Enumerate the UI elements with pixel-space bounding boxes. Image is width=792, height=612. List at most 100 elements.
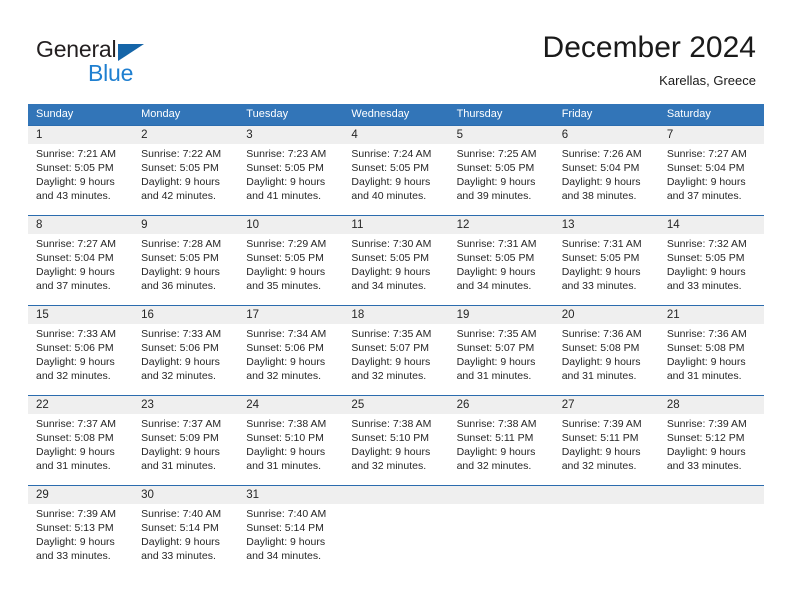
day-cell[interactable]: 10 Sunrise: 7:29 AM Sunset: 5:05 PM Dayl… xyxy=(238,216,343,305)
day-cell[interactable]: 17 Sunrise: 7:34 AM Sunset: 5:06 PM Dayl… xyxy=(238,306,343,395)
week-row: 1 Sunrise: 7:21 AM Sunset: 5:05 PM Dayli… xyxy=(28,125,764,215)
day-cell[interactable]: 26 Sunrise: 7:38 AM Sunset: 5:11 PM Dayl… xyxy=(449,396,554,485)
sunrise-text: Sunrise: 7:39 AM xyxy=(666,418,747,430)
sunrise-text: Sunrise: 7:25 AM xyxy=(456,148,537,160)
daylight-text-2: and 32 minutes. xyxy=(561,460,637,472)
day-cell[interactable]: 31 Sunrise: 7:40 AM Sunset: 5:14 PM Dayl… xyxy=(238,486,343,575)
day-number: 22 xyxy=(36,399,49,411)
sunrise-text: Sunrise: 7:32 AM xyxy=(666,238,747,250)
day-cell[interactable]: 16 Sunrise: 7:33 AM Sunset: 5:06 PM Dayl… xyxy=(133,306,238,395)
day-cell[interactable]: 29 Sunrise: 7:39 AM Sunset: 5:13 PM Dayl… xyxy=(28,486,133,575)
day-cell[interactable]: 19 Sunrise: 7:35 AM Sunset: 5:07 PM Dayl… xyxy=(449,306,554,395)
daylight-text-2: and 39 minutes. xyxy=(456,190,532,202)
day-number: 28 xyxy=(666,399,680,411)
day-cell[interactable]: 7 Sunrise: 7:27 AM Sunset: 5:04 PM Dayli… xyxy=(659,126,764,215)
daylight-text-1: Daylight: 9 hours xyxy=(351,176,431,188)
daylight-text-1: Daylight: 9 hours xyxy=(456,176,536,188)
daylight-text-2: and 31 minutes. xyxy=(246,460,321,472)
daylight-text-1: Daylight: 9 hours xyxy=(351,266,431,278)
day-cell[interactable]: 8 Sunrise: 7:27 AM Sunset: 5:04 PM Dayli… xyxy=(28,216,133,305)
daylight-text-2: and 34 minutes. xyxy=(246,550,321,562)
sunrise-text: Sunrise: 7:38 AM xyxy=(456,418,537,430)
week-row: 8 Sunrise: 7:27 AM Sunset: 5:04 PM Dayli… xyxy=(28,215,764,305)
daylight-text-2: and 40 minutes. xyxy=(351,190,427,202)
day-cell[interactable]: 15 Sunrise: 7:33 AM Sunset: 5:06 PM Dayl… xyxy=(28,306,133,395)
week-row: 29 Sunrise: 7:39 AM Sunset: 5:13 PM Dayl… xyxy=(28,485,764,575)
day-number: 16 xyxy=(141,309,154,321)
daylight-text-2: and 35 minutes. xyxy=(246,280,321,292)
daylight-text-1: Daylight: 9 hours xyxy=(351,356,431,368)
daylight-text-2: and 33 minutes. xyxy=(561,280,637,292)
day-number: 10 xyxy=(246,219,260,231)
day-cell[interactable]: 20 Sunrise: 7:36 AM Sunset: 5:08 PM Dayl… xyxy=(554,306,659,395)
day-cell[interactable]: 12 Sunrise: 7:31 AM Sunset: 5:05 PM Dayl… xyxy=(449,216,554,305)
daylight-text-1: Daylight: 9 hours xyxy=(561,446,641,458)
sunrise-text: Sunrise: 7:35 AM xyxy=(351,328,432,340)
day-cell[interactable]: 1 Sunrise: 7:21 AM Sunset: 5:05 PM Dayli… xyxy=(28,126,133,215)
day-cell-empty xyxy=(343,486,448,575)
weekday-header-tuesday: Tuesday xyxy=(246,108,289,120)
day-cell[interactable]: 4 Sunrise: 7:24 AM Sunset: 5:05 PM Dayli… xyxy=(343,126,448,215)
day-cell[interactable]: 2 Sunrise: 7:22 AM Sunset: 5:05 PM Dayli… xyxy=(133,126,238,215)
sunset-text: Sunset: 5:05 PM xyxy=(141,252,219,264)
daylight-text-1: Daylight: 9 hours xyxy=(141,536,220,548)
sunrise-text: Sunrise: 7:33 AM xyxy=(36,328,116,340)
day-cell[interactable]: 3 Sunrise: 7:23 AM Sunset: 5:05 PM Dayli… xyxy=(238,126,343,215)
daylight-text-2: and 34 minutes. xyxy=(456,280,532,292)
day-number: 12 xyxy=(456,219,470,231)
day-cell[interactable]: 30 Sunrise: 7:40 AM Sunset: 5:14 PM Dayl… xyxy=(133,486,238,575)
daylight-text-2: and 31 minutes. xyxy=(456,370,532,382)
sunset-text: Sunset: 5:10 PM xyxy=(351,432,430,444)
day-cell[interactable]: 13 Sunrise: 7:31 AM Sunset: 5:05 PM Dayl… xyxy=(554,216,659,305)
sunset-text: Sunset: 5:08 PM xyxy=(561,342,640,354)
sunset-text: Sunset: 5:05 PM xyxy=(561,252,640,264)
day-cell[interactable]: 25 Sunrise: 7:38 AM Sunset: 5:10 PM Dayl… xyxy=(343,396,448,485)
day-number: 1 xyxy=(36,129,43,141)
sunset-text: Sunset: 5:05 PM xyxy=(36,162,114,174)
day-cell[interactable]: 21 Sunrise: 7:36 AM Sunset: 5:08 PM Dayl… xyxy=(659,306,764,395)
sunrise-text: Sunrise: 7:38 AM xyxy=(246,418,327,430)
day-cell[interactable]: 24 Sunrise: 7:38 AM Sunset: 5:10 PM Dayl… xyxy=(238,396,343,485)
triangle-icon xyxy=(118,44,144,61)
day-number: 26 xyxy=(456,399,470,411)
day-number xyxy=(562,486,655,504)
daylight-text-1: Daylight: 9 hours xyxy=(246,446,326,458)
sunset-text: Sunset: 5:05 PM xyxy=(141,162,219,174)
day-number: 18 xyxy=(351,309,365,321)
day-cell[interactable]: 28 Sunrise: 7:39 AM Sunset: 5:12 PM Dayl… xyxy=(659,396,764,485)
day-number: 4 xyxy=(351,129,358,141)
day-number: 29 xyxy=(36,489,49,501)
day-cell[interactable]: 6 Sunrise: 7:26 AM Sunset: 5:04 PM Dayli… xyxy=(554,126,659,215)
day-number: 27 xyxy=(561,399,575,411)
day-cell[interactable]: 5 Sunrise: 7:25 AM Sunset: 5:05 PM Dayli… xyxy=(449,126,554,215)
brand-logo[interactable]: General Blue xyxy=(36,36,216,88)
day-cell[interactable]: 23 Sunrise: 7:37 AM Sunset: 5:09 PM Dayl… xyxy=(133,396,238,485)
sunrise-text: Sunrise: 7:27 AM xyxy=(36,238,116,250)
day-cell[interactable]: 14 Sunrise: 7:32 AM Sunset: 5:05 PM Dayl… xyxy=(659,216,764,305)
daylight-text-2: and 31 minutes. xyxy=(141,460,216,472)
day-cell[interactable]: 22 Sunrise: 7:37 AM Sunset: 5:08 PM Dayl… xyxy=(28,396,133,485)
sunrise-text: Sunrise: 7:40 AM xyxy=(141,508,222,520)
daylight-text-2: and 32 minutes. xyxy=(351,370,427,382)
day-cell[interactable]: 9 Sunrise: 7:28 AM Sunset: 5:05 PM Dayli… xyxy=(133,216,238,305)
daylight-text-2: and 33 minutes. xyxy=(141,550,216,562)
day-number: 5 xyxy=(456,129,463,141)
day-number: 3 xyxy=(246,129,253,141)
daylight-text-1: Daylight: 9 hours xyxy=(36,356,115,368)
sunset-text: Sunset: 5:05 PM xyxy=(351,162,430,174)
day-number: 31 xyxy=(246,489,260,501)
weekday-header-sunday: Sunday xyxy=(36,108,74,120)
title-block: December 2024 Karellas, Greece xyxy=(543,30,756,89)
day-cell[interactable]: 18 Sunrise: 7:35 AM Sunset: 5:07 PM Dayl… xyxy=(343,306,448,395)
daylight-text-2: and 42 minutes. xyxy=(141,190,216,202)
day-cell-empty xyxy=(449,486,554,575)
sunset-text: Sunset: 5:05 PM xyxy=(246,252,324,264)
daylight-text-2: and 41 minutes. xyxy=(246,190,321,202)
day-cell[interactable]: 11 Sunrise: 7:30 AM Sunset: 5:05 PM Dayl… xyxy=(343,216,448,305)
sunrise-text: Sunrise: 7:38 AM xyxy=(351,418,432,430)
day-cell[interactable]: 27 Sunrise: 7:39 AM Sunset: 5:11 PM Dayl… xyxy=(554,396,659,485)
daylight-text-2: and 36 minutes. xyxy=(141,280,216,292)
daylight-text-1: Daylight: 9 hours xyxy=(666,266,746,278)
logo-text-blue: Blue xyxy=(88,60,134,86)
week-row: 15 Sunrise: 7:33 AM Sunset: 5:06 PM Dayl… xyxy=(28,305,764,395)
